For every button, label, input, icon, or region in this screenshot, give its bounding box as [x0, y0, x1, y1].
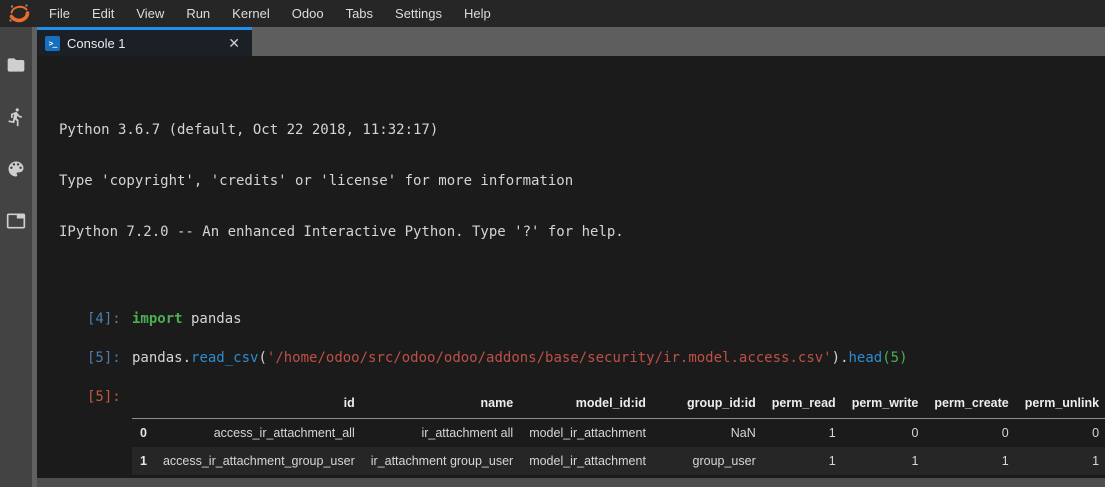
close-icon[interactable]: ✕: [224, 35, 244, 52]
row-index: 1: [132, 447, 155, 475]
cell: 1: [844, 447, 927, 475]
cell: NaN: [654, 419, 764, 448]
tab-console-1[interactable]: >_ Console 1 ✕: [37, 27, 252, 56]
cell: access_ir_attachment_all: [155, 419, 363, 448]
jupyterlab-window: File Edit View Run Kernel Odoo Tabs Sett…: [0, 0, 1105, 487]
menu-kernel[interactable]: Kernel: [221, 0, 281, 27]
code-line: import pandas: [132, 311, 242, 328]
index-header: [132, 389, 155, 419]
running-man-icon: [6, 107, 26, 127]
tab-label: Console 1: [67, 36, 217, 51]
input-prompt: [4]:: [87, 311, 123, 328]
menu-items: File Edit View Run Kernel Odoo Tabs Sett…: [38, 0, 502, 27]
cell: 1: [1017, 447, 1105, 475]
menu-tabs[interactable]: Tabs: [335, 0, 384, 27]
column-header: perm_unlink: [1017, 389, 1105, 419]
column-header: id: [155, 389, 363, 419]
menu-view[interactable]: View: [125, 0, 175, 27]
menu-file[interactable]: File: [38, 0, 81, 27]
tabs-icon: [6, 211, 26, 231]
file-browser-button[interactable]: [0, 39, 32, 91]
running-sessions-button[interactable]: [0, 91, 32, 143]
column-header: perm_write: [844, 389, 927, 419]
cell: access_ir_attachment_group_user: [155, 447, 363, 475]
cell: 0: [1017, 419, 1105, 448]
banner-line: Type 'copyright', 'credits' or 'license'…: [59, 173, 1105, 190]
cell: ir_attachment group_user: [363, 447, 521, 475]
column-header: perm_create: [926, 389, 1016, 419]
menu-edit[interactable]: Edit: [81, 0, 125, 27]
cell: 1: [926, 447, 1016, 475]
cell: 1: [764, 447, 844, 475]
open-tabs-button[interactable]: [0, 195, 32, 247]
menu-bar: File Edit View Run Kernel Odoo Tabs Sett…: [0, 0, 1105, 27]
cell: ir_attachment all: [363, 419, 521, 448]
cell: 0: [926, 419, 1016, 448]
left-sidebar: [0, 27, 32, 487]
console-panel: Python 3.6.7 (default, Oct 22 2018, 11:3…: [37, 56, 1105, 478]
code-line: pandas.read_csv('/home/odoo/src/odoo/odo…: [132, 350, 908, 367]
console-icon: >_: [45, 36, 60, 51]
menu-run[interactable]: Run: [175, 0, 221, 27]
cell: group_user: [654, 447, 764, 475]
banner-line: IPython 7.2.0 -- An enhanced Interactive…: [59, 224, 1105, 241]
odoo-sh-logo: [0, 2, 38, 26]
menu-help[interactable]: Help: [453, 0, 502, 27]
cell: model_ir_attachment: [521, 447, 654, 475]
folder-icon: [6, 55, 26, 75]
cell: 0: [844, 419, 927, 448]
table-row: 1 access_ir_attachment_group_user ir_att…: [132, 447, 1105, 475]
input-prompt: [5]:: [87, 350, 123, 367]
dataframe-table: id name model_id:id group_id:id perm_rea…: [132, 389, 1105, 478]
output-cell-5: [5]: id name model_id:id group_id:id per…: [87, 389, 1105, 478]
kernel-banner: Python 3.6.7 (default, Oct 22 2018, 11:3…: [59, 88, 1105, 275]
banner-line: Python 3.6.7 (default, Oct 22 2018, 11:3…: [59, 122, 1105, 139]
code-cell-4[interactable]: [4]: import pandas: [87, 311, 1105, 328]
tab-bar: >_ Console 1 ✕: [37, 27, 1105, 56]
commands-button[interactable]: [0, 143, 32, 195]
menu-odoo[interactable]: Odoo: [281, 0, 335, 27]
output-prompt: [5]:: [87, 389, 123, 478]
table-row: 0 access_ir_attachment_all ir_attachment…: [132, 419, 1105, 448]
cell: model_ir_attachment: [521, 419, 654, 448]
row-index: 0: [132, 419, 155, 448]
table-header-row: id name model_id:id group_id:id perm_rea…: [132, 389, 1105, 419]
palette-icon: [6, 159, 26, 179]
code-cell-5[interactable]: [5]: pandas.read_csv('/home/odoo/src/odo…: [87, 350, 1105, 367]
cell: 1: [764, 419, 844, 448]
odoo-sh-logo-icon: [7, 2, 31, 26]
column-header: model_id:id: [521, 389, 654, 419]
column-header: name: [363, 389, 521, 419]
bottom-status-bar: [37, 478, 1105, 487]
column-header: perm_read: [764, 389, 844, 419]
menu-settings[interactable]: Settings: [384, 0, 453, 27]
column-header: group_id:id: [654, 389, 764, 419]
